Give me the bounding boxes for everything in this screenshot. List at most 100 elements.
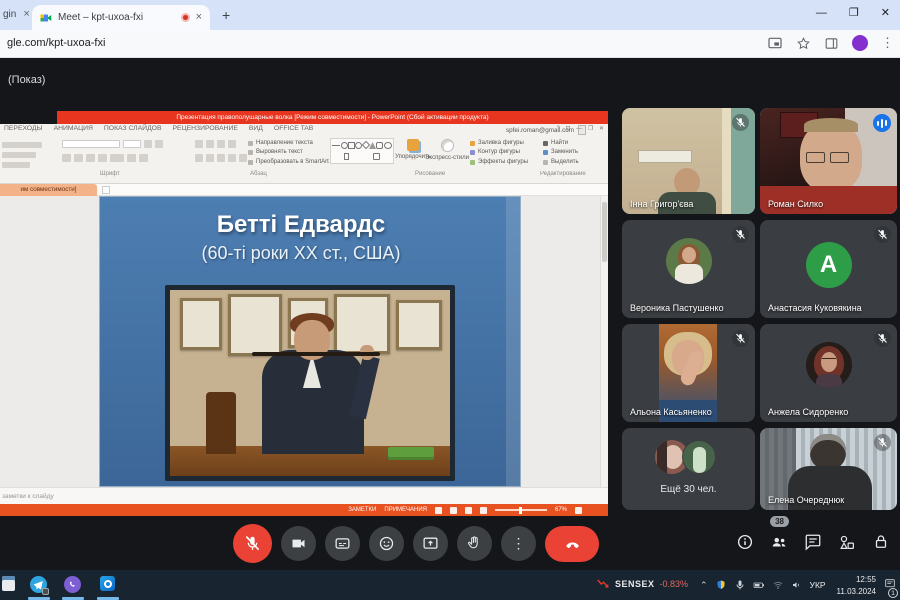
ribbon-group-editing: Редактирование xyxy=(540,171,586,177)
more-options-button[interactable]: ⋮ xyxy=(501,526,536,561)
chat-icon[interactable] xyxy=(804,533,822,551)
avatar xyxy=(682,440,716,474)
recording-indicator-icon xyxy=(180,13,190,22)
mic-muted-icon xyxy=(732,226,749,243)
address-bar[interactable]: gle.com/kpt-uxoa-fxi xyxy=(7,37,105,49)
speaker-icon[interactable] xyxy=(791,579,803,591)
participant-tile[interactable]: Роман Силко xyxy=(760,108,897,214)
media-pip-icon[interactable] xyxy=(767,35,783,51)
profile-avatar[interactable] xyxy=(852,35,868,51)
participants-count-badge: 38 xyxy=(770,516,789,527)
reactions-button[interactable] xyxy=(369,526,404,561)
mic-button[interactable] xyxy=(233,524,272,563)
meeting-panels-bar xyxy=(736,533,890,551)
cmd-to-smartart: Преобразовать в SmartArt xyxy=(256,158,329,165)
participant-tile[interactable]: Інна Григор'єва xyxy=(622,108,755,214)
tab-close-icon[interactable]: × xyxy=(196,12,202,23)
participant-tile[interactable]: Альона Касьяненко xyxy=(622,324,755,422)
ppt-scrollbar xyxy=(600,196,608,487)
viber-icon[interactable] xyxy=(64,576,81,593)
microphone-tray-icon[interactable] xyxy=(734,579,746,591)
participant-name: Анжела Сидоренко xyxy=(768,407,849,417)
ribbon-tab: OFFICE TAB xyxy=(273,125,314,132)
meeting-info-icon[interactable] xyxy=(736,533,754,551)
chair xyxy=(206,392,236,454)
office-tab-document: им совместимости] xyxy=(0,184,97,196)
stock-down-icon xyxy=(597,579,609,588)
window-close-icon[interactable]: ✕ xyxy=(881,6,890,19)
fit-slide-icon xyxy=(575,506,582,514)
office-tab-new-icon xyxy=(102,186,110,194)
side-panel-icon[interactable] xyxy=(824,36,839,51)
overflow-tile[interactable]: Ещё 30 чел. xyxy=(622,428,755,510)
zoom-slider xyxy=(494,506,547,514)
battery-icon[interactable] xyxy=(753,579,765,591)
participant-tile[interactable]: Анжела Сидоренко xyxy=(760,324,897,422)
mic-muted-icon xyxy=(874,434,891,451)
view-reading-icon xyxy=(464,506,472,514)
tray-expand-icon[interactable]: ⌃ xyxy=(700,580,708,591)
ribbon-tab: РЕЦЕНЗИРОВАНИЕ xyxy=(172,125,238,132)
network-icon[interactable] xyxy=(772,579,784,591)
mic-muted-icon xyxy=(732,330,749,347)
meet-favicon-icon xyxy=(40,14,52,21)
tab-close-icon[interactable]: × xyxy=(23,9,29,20)
arrange-icon xyxy=(407,139,419,151)
cmd-shape-fill: Заливка фигуры xyxy=(478,140,524,146)
mic-muted-icon xyxy=(874,330,891,347)
security-shield-icon[interactable] xyxy=(715,579,727,591)
window-maximize-icon[interactable]: ❐ xyxy=(849,6,859,19)
shapes-gallery xyxy=(330,138,394,164)
clock-time: 12:55 xyxy=(855,575,876,584)
view-sorter-icon xyxy=(449,506,457,514)
bookmark-star-icon[interactable] xyxy=(796,36,811,51)
window-minimize-icon[interactable]: — xyxy=(816,7,827,19)
tab-label: gin xyxy=(3,9,17,20)
overflow-count: Ещё 30 чел. xyxy=(660,484,717,495)
ppt-workspace: Бетті Едвардс (60-ті роки ХХ ст., США) xyxy=(0,196,608,487)
pinned-app-icon[interactable] xyxy=(2,576,15,591)
ppt-title-bar: Презентация правополушарные волка [Режим… xyxy=(57,111,608,124)
slide-photo-betty-edwards xyxy=(165,285,455,481)
captions-button[interactable] xyxy=(325,526,360,561)
lock-overlay-icon xyxy=(42,588,49,595)
ribbon-tab: АНИМАЦИЯ xyxy=(53,125,93,132)
cmd-shape-outline: Контур фигуры xyxy=(478,149,520,156)
system-tray: ⌃ УКР xyxy=(700,576,826,594)
taskbar-clock[interactable]: 12:55 11.03.2024 xyxy=(837,574,876,597)
audio-speaking-icon xyxy=(873,114,891,132)
view-slideshow-icon xyxy=(479,506,487,514)
new-tab-button[interactable]: + xyxy=(222,7,230,23)
taskbar-stock-widget[interactable]: SENSEX -0.83% xyxy=(596,577,688,591)
host-controls-lock-icon[interactable] xyxy=(872,533,890,551)
present-button[interactable] xyxy=(413,526,448,561)
browser-menu-icon[interactable]: ⋮ xyxy=(881,35,894,51)
meeting-controls: ⋮ xyxy=(233,524,599,563)
leave-call-button[interactable] xyxy=(545,525,599,562)
tab-background[interactable]: gin × xyxy=(3,9,30,21)
browser-toolbar: gle.com/kpt-uxoa-fxi ⋮ xyxy=(0,30,900,58)
tab-title: Meet – kpt-uxoa-fxi xyxy=(58,12,144,23)
ppt-ribbon: ПЕРЕХОДЫ АНИМАЦИЯ ПОКАЗ СЛАЙДОВ РЕЦЕНЗИР… xyxy=(0,124,608,184)
desktop-screen: gin × Meet – kpt-uxoa-fxi × + — ❐ ✕ gle.… xyxy=(0,0,900,600)
camera-button[interactable] xyxy=(281,526,316,561)
ribbon-group-paragraph: Абзац xyxy=(250,171,267,177)
participant-tile[interactable]: Елена Очереднюк xyxy=(760,428,897,510)
tab-meet[interactable]: Meet – kpt-uxoa-fxi × xyxy=(32,5,210,30)
slide-subtitle: (60-ті роки ХХ ст., США) xyxy=(201,243,401,263)
language-indicator[interactable]: УКР xyxy=(810,580,826,590)
stock-symbol: SENSEX xyxy=(615,579,655,589)
pencil xyxy=(252,352,380,356)
outlook-icon[interactable] xyxy=(100,576,115,591)
view-normal-icon xyxy=(434,506,442,514)
activities-icon[interactable] xyxy=(838,533,856,551)
ribbon-group-font: Шрифт xyxy=(100,171,120,177)
people-icon[interactable] xyxy=(770,533,788,551)
participant-tile[interactable]: А Анастасия Куковякина xyxy=(760,220,897,318)
raise-hand-button[interactable] xyxy=(457,526,492,561)
mic-muted-icon xyxy=(874,226,891,243)
presenting-label: (Показ) xyxy=(8,74,46,86)
telegram-icon[interactable] xyxy=(30,576,49,595)
cmd-find: Найти xyxy=(551,140,569,146)
participant-tile[interactable]: Вероника Пастушенко xyxy=(622,220,755,318)
